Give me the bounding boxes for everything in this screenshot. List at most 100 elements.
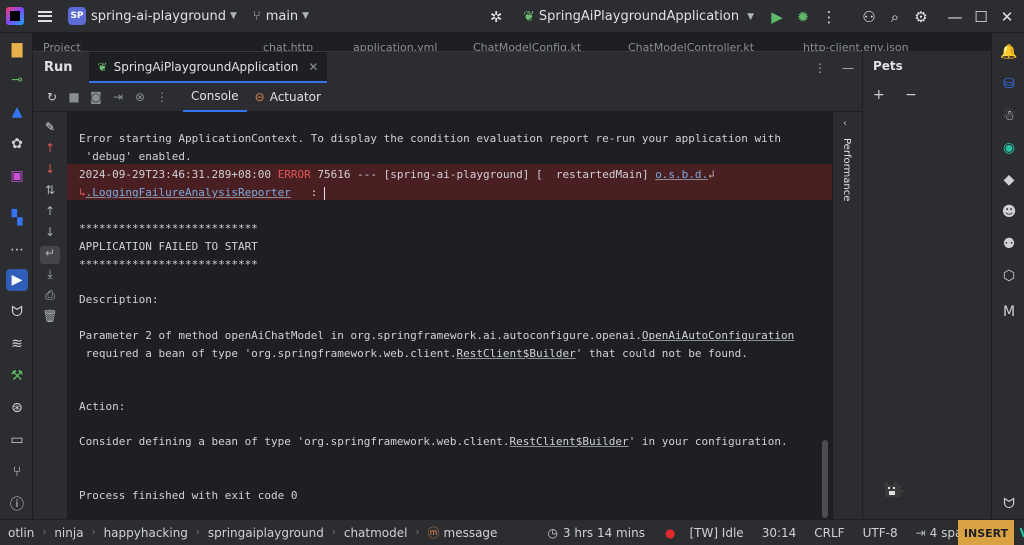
actuator-icon: ⊝ <box>254 90 265 104</box>
run-configuration-selector[interactable]: SpringAiPlaygroundApplication <box>539 9 739 24</box>
down-arrow-red-icon[interactable]: ↓ <box>40 162 60 180</box>
chevron-down-icon[interactable]: ▼ <box>230 11 237 21</box>
breadcrumb-item[interactable]: springaiplayground <box>208 526 324 540</box>
restore-layout-icon[interactable]: ⊗ <box>129 90 151 104</box>
rerun-icon[interactable]: ↻ <box>41 90 63 104</box>
terminal-icon[interactable]: ▭ <box>6 429 28 451</box>
stack-icon[interactable]: ≋ <box>6 333 28 355</box>
build-icon[interactable]: ⚒ <box>6 365 28 387</box>
time-tracker[interactable]: 3 hrs 14 mins <box>563 526 645 540</box>
gear-icon[interactable]: ⚙ <box>908 8 934 26</box>
more-icon[interactable]: ⋮ <box>151 90 173 104</box>
tab-application-yml[interactable]: application.yml <box>353 41 437 51</box>
console-scrollbar[interactable] <box>822 440 828 518</box>
up-arrow-icon[interactable]: ↑ <box>40 204 60 222</box>
cat-pet-icon[interactable] <box>881 479 907 499</box>
minimize-icon[interactable]: — <box>942 8 968 26</box>
more-tools-icon[interactable]: ⋯ <box>6 239 28 261</box>
tab-http-client-env[interactable]: http-client.env.json <box>803 41 909 51</box>
project-badge[interactable]: SP <box>68 7 86 25</box>
tab-chat-http[interactable]: chat.http <box>263 41 313 51</box>
class-link[interactable]: RestClient$Builder <box>457 347 576 360</box>
camera-icon[interactable]: ◙ <box>85 90 107 104</box>
up-arrow-red-icon[interactable]: ↑ <box>40 141 60 159</box>
services-icon[interactable]: ✿ <box>6 133 28 155</box>
breadcrumb-item[interactable]: happyhacking <box>104 526 188 540</box>
console-output[interactable]: Error starting ApplicationContext. To di… <box>67 112 832 520</box>
breadcrumb-item[interactable]: ninja <box>54 526 83 540</box>
git-branch-icon[interactable]: ⑂ <box>253 9 261 24</box>
caret-position[interactable]: 30:14 <box>762 526 797 540</box>
cat-icon[interactable]: ᗢ <box>6 301 28 323</box>
pets-toolbar[interactable]: + − <box>873 87 925 103</box>
debug-icon[interactable]: ✹ <box>790 8 816 26</box>
run-config-tab[interactable]: ❦ SpringAiPlaygroundApplication ✕ <box>88 52 328 83</box>
stop-icon[interactable]: ■ <box>63 90 85 104</box>
editor-mode-badge[interactable]: INSERT <box>958 520 1014 545</box>
tab-chatmodelcontroller[interactable]: ChatModelController.kt <box>628 41 754 51</box>
scroll-to-end-icon[interactable]: ⤓ <box>40 267 60 285</box>
record-icon[interactable]: ● <box>665 526 675 540</box>
code-with-me-icon[interactable]: ◆ <box>998 169 1020 191</box>
tab-console[interactable]: Console <box>183 83 247 112</box>
trash-icon[interactable]: 🗑 <box>40 309 60 327</box>
plugins-icon[interactable]: ▚ <box>6 207 28 229</box>
tab-chatmodelconfig[interactable]: ChatModelConfig.kt <box>473 41 581 51</box>
down-arrow-icon[interactable]: ↓ <box>40 225 60 243</box>
breadcrumb-item[interactable]: otlin <box>8 526 34 540</box>
class-link[interactable]: RestClient$Builder <box>509 435 628 448</box>
project-name[interactable]: spring-ai-playground <box>91 9 226 24</box>
line-separator[interactable]: CRLF <box>814 526 844 540</box>
file-encoding[interactable]: UTF-8 <box>863 526 898 540</box>
print-icon[interactable]: ⎙ <box>40 288 60 306</box>
git-icon[interactable]: ⑂ <box>6 461 28 483</box>
sort-icon[interactable]: ⇅ <box>40 183 60 201</box>
problems-icon[interactable]: ⓘ <box>6 493 28 515</box>
class-link[interactable]: OpenAiAutoConfiguration <box>642 329 794 342</box>
close-icon[interactable]: ✕ <box>994 8 1020 26</box>
logger-link[interactable]: o.s.b.d. <box>655 168 708 181</box>
notifications-icon[interactable]: 🔔 <box>998 41 1020 63</box>
hexagon-icon[interactable]: ⬡ <box>998 265 1020 287</box>
ai-assistant-icon[interactable]: ◉ <box>998 137 1020 159</box>
breadcrumb-item[interactable]: message <box>444 526 498 540</box>
folder-icon[interactable]: ▇ <box>6 39 28 61</box>
pets-tool-icon[interactable]: ᗢ <box>998 493 1020 515</box>
performance-label[interactable]: Performance <box>841 138 852 201</box>
tab-project[interactable]: Project <box>43 41 81 51</box>
hide-icon[interactable]: — <box>842 61 854 75</box>
database-icon[interactable]: ⛁ <box>998 73 1020 95</box>
endpoints-icon[interactable]: ⚉ <box>998 233 1020 255</box>
main-menu-icon[interactable] <box>38 10 52 22</box>
clear-brush-icon[interactable]: ✎ <box>40 120 60 138</box>
performance-strip[interactable]: ‹ Performance <box>832 112 862 520</box>
bug-icon[interactable]: ✲ <box>483 8 509 26</box>
tab-actuator[interactable]: ⊝ Actuator <box>247 83 329 112</box>
chevron-down-icon[interactable]: ▼ <box>747 12 754 22</box>
logger-link[interactable]: .LoggingFailureAnalysisReporter <box>86 186 291 199</box>
exit-icon[interactable]: ⇥ <box>107 90 129 104</box>
maximize-icon[interactable]: ☐ <box>968 8 994 26</box>
copilot-icon[interactable]: ☻ <box>998 201 1020 223</box>
intellij-logo-icon[interactable] <box>6 7 24 25</box>
breadcrumb-item[interactable]: chatmodel <box>344 526 408 540</box>
close-tab-icon[interactable]: ✕ <box>308 60 318 74</box>
more-icon[interactable]: ⋮ <box>816 8 842 26</box>
structure-icon[interactable]: ▲ <box>6 101 28 123</box>
run-icon[interactable]: ▶ <box>764 8 790 26</box>
soft-wrap-icon[interactable]: ↵ <box>40 246 60 264</box>
services-dots-icon[interactable]: ⊛ <box>6 397 28 419</box>
gradle-icon[interactable]: ☃ <box>998 105 1020 127</box>
more-icon[interactable]: ⋮ <box>814 61 826 75</box>
vim-icon[interactable]: V <box>1020 526 1024 540</box>
run-tool-icon[interactable]: ▶ <box>6 269 28 291</box>
chevron-down-icon[interactable]: ▼ <box>302 11 309 21</box>
search-icon[interactable]: ⌕ <box>882 8 908 26</box>
layers-icon[interactable]: ▣ <box>6 165 28 187</box>
add-user-icon[interactable]: ⚇ <box>856 8 882 26</box>
chevron-left-icon[interactable]: ‹ <box>843 118 847 129</box>
tabnine-status[interactable]: [TW] Idle <box>689 526 743 540</box>
commit-icon[interactable]: ⊸ <box>6 69 28 91</box>
maven-icon[interactable]: Ⅿ <box>998 301 1020 323</box>
branch-name[interactable]: main <box>266 9 298 24</box>
